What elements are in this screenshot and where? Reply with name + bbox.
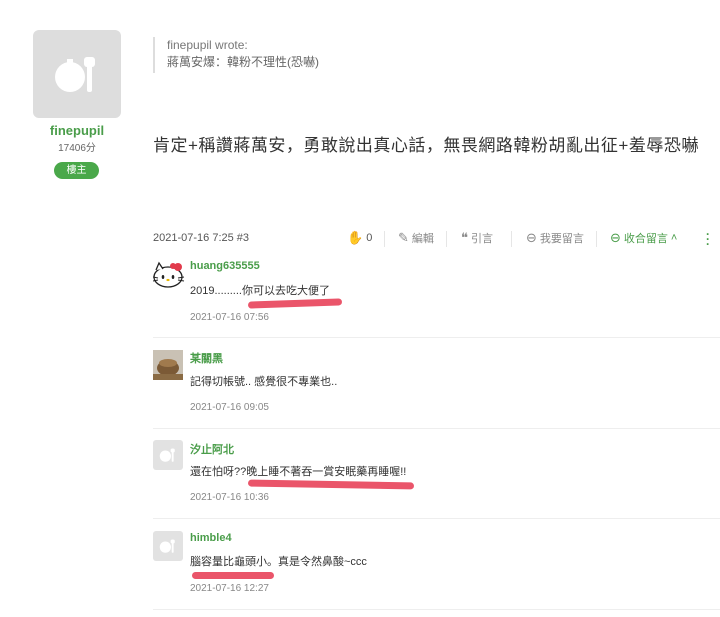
quote-text: 蔣萬安爆：韓粉不理性(恐嚇) — [167, 55, 319, 69]
toolbar-divider — [384, 231, 385, 247]
toolbar-divider — [446, 231, 447, 247]
op-badge: 樓主 — [54, 162, 99, 179]
author-avatar[interactable] — [33, 30, 121, 118]
quote-label: 引言 — [471, 233, 493, 245]
comment-button[interactable]: ⊖ 我要留言 — [526, 230, 584, 246]
comment-avatar[interactable] — [153, 531, 183, 561]
photo-avatar-icon — [153, 350, 183, 380]
author-name[interactable]: finepupil — [33, 123, 121, 138]
default-avatar-icon — [159, 448, 175, 462]
comment-text: 2019.........你可以去吃大便了 — [190, 285, 330, 297]
post-body: 肯定+稱讚蔣萬安，勇敢說出真心話，無畏網路韓粉胡亂出征+羞辱恐嚇 — [153, 136, 699, 155]
hand-icon: ✋ — [347, 230, 364, 245]
default-avatar-icon — [159, 539, 175, 553]
comment-avatar[interactable] — [152, 258, 185, 288]
comment-time: 2021-07-16 10:36 — [190, 492, 269, 503]
quote-block: finepupil wrote: 蔣萬安爆：韓粉不理性(恐嚇) — [153, 37, 319, 73]
comment-author[interactable]: huang635555 — [190, 260, 260, 272]
quote-button[interactable]: ❝ 引言 — [461, 230, 493, 246]
like-count: 0 — [366, 232, 373, 244]
like-button[interactable]: ✋ 0 — [347, 230, 372, 246]
collapse-comments-button[interactable]: ⊖ 收合留言 ˄ — [610, 230, 677, 246]
comment-divider — [153, 428, 720, 429]
comment-author[interactable]: 某關黑 — [190, 350, 223, 366]
default-avatar-icon — [55, 57, 95, 92]
comment-icon: ⊖ — [526, 230, 537, 245]
comment-time: 2021-07-16 09:05 — [190, 402, 269, 413]
redaction-mark — [247, 298, 343, 309]
comment-author[interactable]: 汐止阿北 — [190, 441, 234, 457]
toolbar-divider — [596, 231, 597, 247]
redaction-mark — [247, 479, 415, 490]
edit-button[interactable]: ✎ 編輯 — [398, 230, 434, 246]
edit-label: 編輯 — [411, 233, 434, 245]
collapse-label: 收合留言 — [623, 233, 668, 245]
pencil-icon: ✎ — [398, 230, 409, 245]
comment-avatar[interactable] — [153, 440, 183, 470]
comment-time: 2021-07-16 12:27 — [190, 583, 269, 594]
chevron-up-icon: ˄ — [670, 232, 678, 244]
hello-kitty-icon — [152, 261, 185, 288]
toolbar-divider — [511, 231, 512, 247]
comment-label: 我要留言 — [539, 233, 584, 245]
comment-author[interactable]: himble4 — [190, 532, 232, 544]
comment-text: 記得切帳號.. 感覺很不專業也.. — [190, 376, 338, 388]
comment-avatar[interactable] — [153, 350, 183, 380]
comment-divider — [153, 609, 720, 610]
post-timestamp: 2021-07-16 7:25 #3 — [153, 232, 250, 244]
comment-divider — [153, 518, 720, 519]
more-icon[interactable]: · · · — [706, 228, 710, 250]
redaction-mark — [192, 572, 274, 579]
author-points: 17406分 — [58, 143, 96, 154]
comment-divider — [153, 337, 720, 338]
quote-icon: ❝ — [461, 230, 468, 245]
collapse-icon: ⊖ — [610, 230, 621, 245]
comment-time: 2021-07-16 07:56 — [190, 312, 269, 323]
quote-author: finepupil wrote: — [167, 38, 248, 52]
comment-text: 還在怕呀??晚上睡不著吞一賞安眠藥再睡喔!! — [190, 466, 407, 478]
comment-text: 腦容量比龜頭小。真是令然鼻酸~ccc — [190, 556, 367, 568]
